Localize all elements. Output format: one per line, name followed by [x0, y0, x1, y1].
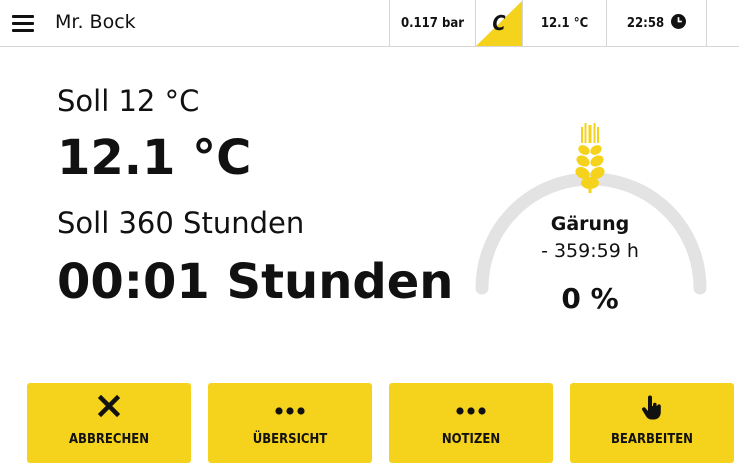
- notes-label: NOTIZEN: [441, 432, 501, 447]
- target-duration: Soll 360 Stunden: [57, 206, 305, 240]
- temperature-readout: 12.1 °C: [522, 0, 606, 46]
- more-dots-icon: [208, 395, 372, 417]
- notes-button[interactable]: NOTIZEN: [389, 383, 553, 463]
- cancel-label: ABBRECHEN: [68, 432, 150, 447]
- more-dots-icon: [389, 395, 553, 417]
- edit-label: BEARBEITEN: [611, 432, 693, 447]
- close-icon: [27, 395, 191, 417]
- pointer-hand-icon: [570, 395, 734, 421]
- mode-indicator[interactable]: C: [475, 0, 522, 46]
- clock-icon: [671, 13, 687, 33]
- progress-percent: 0 %: [561, 282, 619, 315]
- overview-button[interactable]: ÜBERSICHT: [208, 383, 372, 463]
- remaining-time: - 359:59 h: [541, 240, 639, 262]
- time-value: 22:58: [626, 15, 665, 31]
- menu-icon[interactable]: [12, 15, 34, 33]
- current-temperature: 12.1 °C: [57, 130, 252, 186]
- pressure-readout: 0.117 bar: [389, 0, 475, 46]
- phase-name: Gärung: [550, 213, 630, 235]
- elapsed-duration: 00:01 Stunden: [57, 254, 454, 310]
- target-temperature: Soll 12 °C: [57, 84, 200, 118]
- top-bar: Mr. Bock 0.117 bar C 12.1 °C 22:58: [0, 0, 739, 47]
- mode-letter: C: [492, 11, 506, 35]
- overview-label: ÜBERSICHT: [252, 432, 328, 447]
- topbar-spacer: [706, 0, 739, 46]
- recipe-title: Mr. Bock: [55, 11, 136, 33]
- edit-button[interactable]: BEARBEITEN: [570, 383, 734, 463]
- clock-readout: 22:58: [606, 0, 706, 46]
- cancel-button[interactable]: ABBRECHEN: [27, 383, 191, 463]
- wheat-icon: [575, 123, 605, 193]
